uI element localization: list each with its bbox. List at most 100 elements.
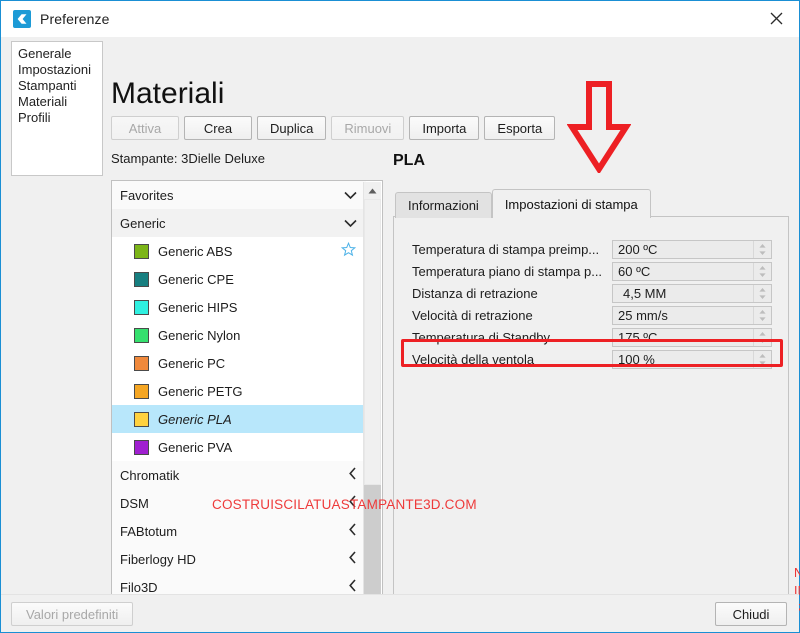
- stepper-arrows-icon[interactable]: [753, 351, 770, 368]
- retraction-distance-field[interactable]: 4,5 MM: [612, 284, 772, 303]
- chevron-left-icon: [349, 551, 357, 567]
- setting-value: 4,5 MM: [623, 286, 667, 301]
- tree-brand-fabtotum[interactable]: FABtotum: [112, 517, 366, 545]
- tab-informazioni[interactable]: Informazioni: [395, 192, 492, 218]
- material-label: Generic PVA: [158, 439, 233, 455]
- material-color-swatch: [134, 355, 149, 371]
- sidebar-item-profili[interactable]: Profili: [18, 110, 102, 126]
- export-button[interactable]: Esporta: [484, 116, 556, 140]
- tab-impostazioni-di-stampa[interactable]: Impostazioni di stampa: [491, 189, 651, 218]
- dialog-footer: Valori predefiniti Chiudi: [1, 594, 799, 632]
- setting-value: 100 %: [618, 352, 655, 367]
- activate-button[interactable]: Attiva: [111, 116, 179, 140]
- sidebar-item-stampanti[interactable]: Stampanti: [18, 78, 102, 94]
- import-button[interactable]: Importa: [409, 116, 480, 140]
- tree-brand-label: DSM: [120, 495, 149, 511]
- bed-temperature-field[interactable]: 60 ºC: [612, 262, 772, 281]
- material-color-swatch: [134, 439, 149, 455]
- tree-group-favorites[interactable]: Favorites: [112, 181, 366, 209]
- stepper-arrows-icon[interactable]: [753, 263, 770, 280]
- chevron-left-icon: [349, 523, 357, 539]
- list-item[interactable]: Generic HIPS: [112, 293, 366, 321]
- tree-brand-label: FABtotum: [120, 523, 178, 539]
- close-button[interactable]: [753, 1, 799, 36]
- setting-label: Distanza di retrazione: [412, 286, 538, 301]
- list-item-selected[interactable]: Generic PLA: [112, 405, 366, 433]
- list-item[interactable]: Generic PETG: [112, 377, 366, 405]
- preferences-window: Preferenze Generale Impostazioni Stampan…: [0, 0, 800, 633]
- setting-label: Velocità di retrazione: [412, 308, 533, 323]
- standby-temperature-field[interactable]: 175 ºC: [612, 328, 772, 347]
- material-label: Generic PC: [158, 355, 226, 371]
- site-watermark: COSTRUISCILATUASTAMPANTE3D.COM: [212, 497, 477, 512]
- material-label: Generic Nylon: [158, 327, 241, 343]
- list-item[interactable]: Generic PC: [112, 349, 366, 377]
- close-icon: [770, 12, 783, 25]
- preferences-nav-list[interactable]: Generale Impostazioni Stampanti Material…: [11, 41, 103, 176]
- sidebar-item-materiali[interactable]: Materiali: [18, 94, 102, 110]
- materials-toolbar: Attiva Crea Duplica Rimuovi Importa Espo…: [111, 116, 560, 140]
- setting-label: Temperatura di stampa preimp...: [412, 242, 600, 257]
- tree-brand-label: Filo3D: [120, 579, 158, 595]
- tree-group-label: Generic: [120, 215, 166, 231]
- material-color-swatch: [134, 327, 149, 343]
- sidebar-item-generale[interactable]: Generale: [18, 46, 102, 62]
- material-detail-title: PLA: [393, 152, 425, 169]
- print-temperature-field[interactable]: 200 ºC: [612, 240, 772, 259]
- stepper-arrows-icon[interactable]: [753, 285, 770, 302]
- tree-brand-chromatik[interactable]: Chromatik: [112, 461, 366, 489]
- setting-value: 200 ºC: [618, 242, 658, 257]
- tree-brand-label: Fiberlogy HD: [120, 551, 196, 567]
- scroll-up-icon[interactable]: [364, 182, 381, 199]
- material-tree-scrollbar[interactable]: [363, 182, 381, 631]
- tree-brand-fiberlogy-hd[interactable]: Fiberlogy HD: [112, 545, 366, 573]
- chevron-down-icon: [344, 216, 357, 231]
- chevron-left-icon: [349, 579, 357, 595]
- stepper-arrows-icon[interactable]: [753, 307, 770, 324]
- detail-tabs: Informazioni Impostazioni di stampa: [395, 189, 651, 218]
- chevron-down-icon: [344, 188, 357, 203]
- retraction-speed-field[interactable]: 25 mm/s: [612, 306, 772, 325]
- fan-speed-field[interactable]: 100 %: [612, 350, 772, 369]
- material-color-swatch: [134, 411, 149, 427]
- tree-group-generic[interactable]: Generic: [112, 209, 366, 237]
- material-label: Generic PETG: [158, 383, 243, 399]
- setting-label: Temperatura piano di stampa p...: [412, 264, 603, 279]
- printer-name-label: Stampante: 3Dielle Deluxe: [111, 151, 265, 166]
- setting-label: Temperatura di Standby: [412, 330, 551, 345]
- create-button[interactable]: Crea: [184, 116, 252, 140]
- table-row: Temperatura di Standby 175 ºC: [394, 327, 788, 348]
- stepper-arrows-icon[interactable]: [753, 329, 770, 346]
- print-settings-panel: Temperatura di stampa preimp... 200 ºC T…: [393, 216, 800, 632]
- list-item[interactable]: Generic CPE: [112, 265, 366, 293]
- list-item[interactable]: Generic PVA: [112, 433, 366, 461]
- scrollbar-thumb[interactable]: [364, 199, 381, 485]
- restore-defaults-button[interactable]: Valori predefiniti: [11, 602, 134, 626]
- table-row: Velocità della ventola 100 %: [394, 349, 788, 370]
- setting-value: 60 ºC: [618, 264, 651, 279]
- table-row: Temperatura piano di stampa p... 60 ºC: [394, 261, 788, 282]
- material-tree[interactable]: Favorites Generic Generic ABS Generic CP…: [111, 180, 383, 632]
- remove-button[interactable]: Rimuovi: [331, 116, 405, 140]
- setting-label: Velocità della ventola: [412, 352, 535, 367]
- material-color-swatch: [134, 243, 149, 259]
- material-color-swatch: [134, 271, 149, 287]
- dialog-body: Generale Impostazioni Stampanti Material…: [1, 37, 800, 632]
- table-row: Velocità di retrazione 25 mm/s: [394, 305, 788, 326]
- table-row: Temperatura di stampa preimp... 200 ºC: [394, 239, 788, 260]
- sidebar-item-impostazioni[interactable]: Impostazioni: [18, 62, 102, 78]
- material-color-swatch: [134, 383, 149, 399]
- chevron-left-icon: [349, 467, 357, 483]
- tree-brand-label: Chromatik: [120, 467, 180, 483]
- favorite-star-icon[interactable]: [340, 241, 357, 260]
- close-dialog-button[interactable]: Chiudi: [715, 602, 787, 626]
- window-title: Preferenze: [40, 11, 110, 27]
- stepper-arrows-icon[interactable]: [753, 241, 770, 258]
- material-color-swatch: [134, 299, 149, 315]
- material-tree-content: Favorites Generic Generic ABS Generic CP…: [112, 181, 366, 631]
- cura-logo-icon: [13, 10, 31, 28]
- list-item[interactable]: Generic Nylon: [112, 321, 366, 349]
- duplicate-button[interactable]: Duplica: [257, 116, 327, 140]
- list-item[interactable]: Generic ABS: [112, 237, 366, 265]
- title-bar: Preferenze: [1, 1, 799, 38]
